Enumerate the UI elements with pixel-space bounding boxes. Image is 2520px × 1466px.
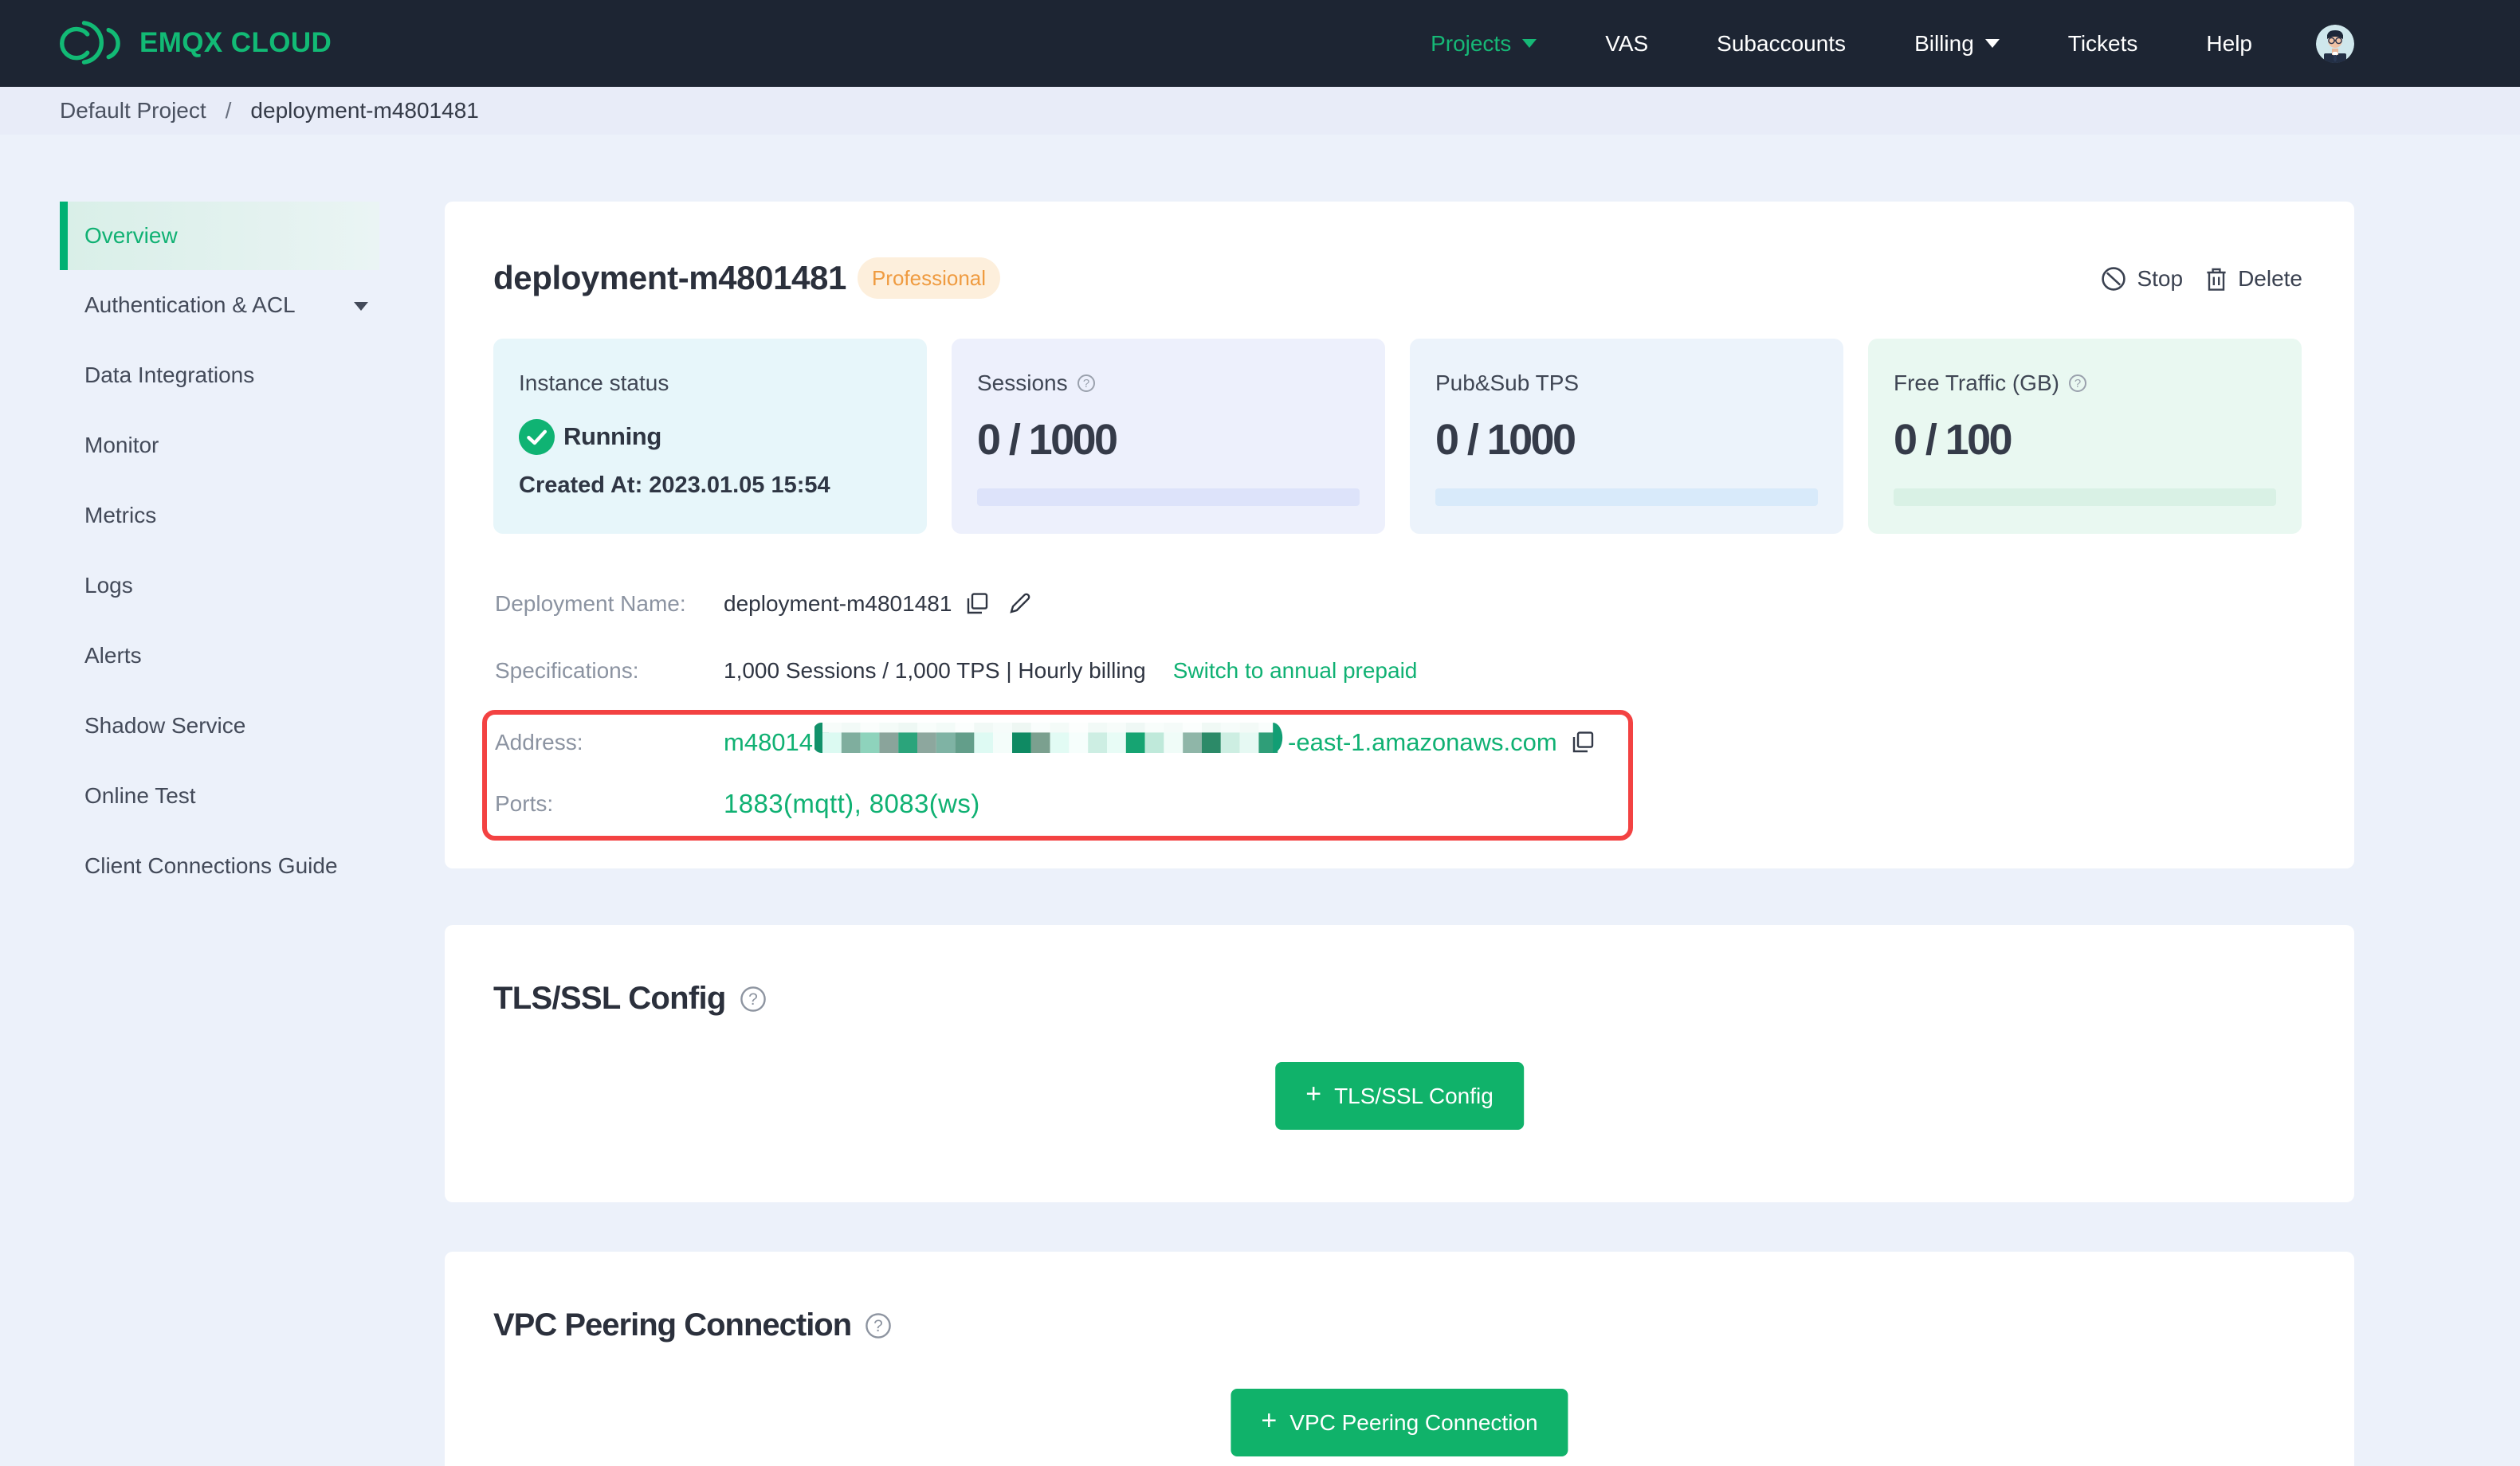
svg-text:?: ? [2074, 377, 2081, 390]
svg-text:?: ? [748, 990, 758, 1008]
svg-text:?: ? [873, 1316, 883, 1335]
svg-text:?: ? [1082, 377, 1089, 390]
